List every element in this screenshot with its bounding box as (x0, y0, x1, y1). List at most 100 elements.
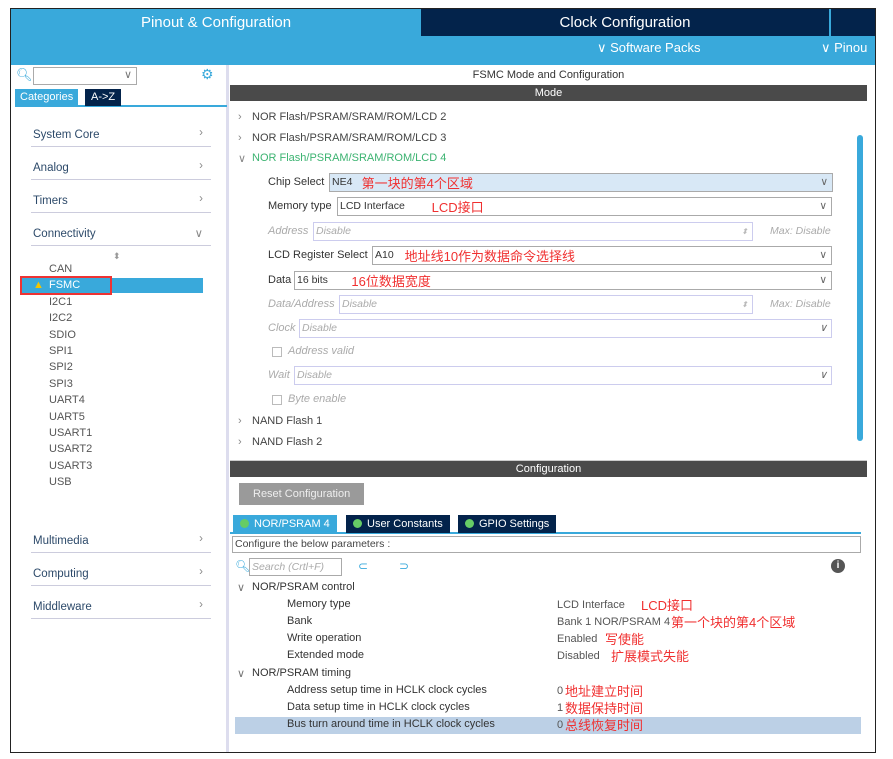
tab-nor-psram-4[interactable]: NOR/PSRAM 4 (233, 515, 337, 533)
tab-clock-configuration[interactable]: Clock Configuration (421, 9, 829, 36)
data-annotation: 16位数据宽度 (351, 274, 431, 289)
data_address-value: Disable (342, 298, 378, 310)
param-value[interactable]: 0 (557, 719, 563, 731)
clock-label: Clock (268, 322, 296, 334)
clock-value: Disable (302, 322, 338, 334)
reset-configuration-button[interactable]: Reset Configuration (239, 483, 365, 505)
previous-icon[interactable]: ⊂ (358, 559, 368, 573)
tree-item-lcd-2[interactable]: NOR Flash/PSRAM/SRAM/ROM/LCD 2 (252, 111, 446, 123)
category-analog[interactable]: Analog › (31, 156, 211, 180)
tab-label: NOR/PSRAM 4 (254, 518, 330, 530)
memory_type-label: Memory type (268, 200, 332, 212)
peripheral-spi2[interactable]: SPI2 (49, 361, 73, 373)
peripheral-can[interactable]: CAN (49, 263, 72, 275)
chevron-right-icon[interactable]: › (238, 415, 242, 427)
chevron-right-icon[interactable]: › (238, 436, 242, 448)
category-computing[interactable]: Computing › (31, 562, 211, 586)
peripheral-uart4[interactable]: UART4 (49, 394, 85, 406)
software-packs-menu[interactable]: ∨ Software Packs (597, 40, 700, 56)
tree-item-lcd-4[interactable]: NOR Flash/PSRAM/SRAM/ROM/LCD 4 (252, 152, 446, 164)
param-search-input[interactable]: Search (Crtl+F) (249, 558, 342, 576)
category-label: Analog (33, 162, 69, 174)
sort-icon[interactable]: ⬍ (113, 251, 121, 262)
peripheral-usb[interactable]: USB (49, 476, 72, 488)
category-system-core[interactable]: System Core › (31, 123, 211, 147)
tree-item-nand-2[interactable]: NAND Flash 2 (252, 436, 322, 448)
group-nor-psram-control[interactable]: NOR/PSRAM control (252, 581, 355, 593)
peripheral-spi3[interactable]: SPI3 (49, 378, 73, 390)
search-icon: 🔍︎ (235, 559, 251, 573)
tree-item-nand-1[interactable]: NAND Flash 1 (252, 415, 322, 427)
param-value[interactable]: LCD Interface (557, 599, 625, 611)
param-value[interactable]: Enabled (557, 633, 597, 645)
tab-a-z[interactable]: A->Z (85, 89, 122, 106)
chevron-down-icon[interactable]: ∨ (237, 667, 245, 680)
param-label[interactable]: Write operation (287, 632, 361, 644)
chevron-right-icon[interactable]: › (238, 111, 242, 123)
param-value[interactable]: 1 (557, 702, 563, 714)
data_address-select: Disable ⬍ (339, 295, 753, 314)
param-annotation: 扩展模式失能 (611, 649, 690, 664)
scrollbar[interactable] (857, 135, 863, 441)
category-connectivity[interactable]: Connectivity ∨ (31, 222, 211, 246)
peripheral-i2c2[interactable]: I2C2 (49, 312, 72, 324)
peripheral-fsmc[interactable]: FSMC (49, 279, 80, 291)
param-annotation: 总线恢复时间 (565, 718, 644, 733)
peripheral-i2c1[interactable]: I2C1 (49, 296, 72, 308)
param-label[interactable]: Address setup time in HCLK clock cycles (287, 684, 487, 696)
tab-categories[interactable]: Categories (15, 89, 79, 106)
chevron-down-icon[interactable]: ∨ (237, 581, 245, 594)
param-label[interactable]: Bus turn around time in HCLK clock cycle… (287, 718, 495, 730)
tab-more[interactable] (831, 9, 875, 36)
sidebar: 🔍︎ ∨ ⚙ Categories A->Z ⬍ System Core › Ana… (11, 65, 229, 752)
peripheral-spi1[interactable]: SPI1 (49, 345, 73, 357)
gear-icon[interactable]: ⚙ (201, 66, 214, 83)
param-label[interactable]: Bank (287, 615, 312, 627)
app-window: Pinout & Configuration Clock Configurati… (10, 8, 876, 753)
param-label[interactable]: Extended mode (287, 649, 364, 661)
tree-item-lcd-3[interactable]: NOR Flash/PSRAM/SRAM/ROM/LCD 3 (252, 132, 446, 144)
param-value[interactable]: 0 (557, 685, 563, 697)
lcd_register-label: LCD Register Select (268, 249, 368, 261)
category-multimedia[interactable]: Multimedia › (31, 529, 211, 553)
peripheral-uart5[interactable]: UART5 (49, 411, 85, 423)
next-icon[interactable]: ⊃ (399, 559, 409, 573)
category-middleware[interactable]: Middleware › (31, 595, 211, 619)
byte-enable-checkbox[interactable] (272, 395, 282, 405)
info-icon[interactable]: i (831, 559, 845, 573)
lcd_register-value: A10 (375, 249, 394, 261)
max-label: Max: Disable (770, 225, 831, 237)
tab-pinout-configuration[interactable]: Pinout & Configuration (11, 9, 421, 36)
category-label: Timers (33, 195, 68, 207)
param-annotation: 第一个块的第4个区域 (671, 615, 796, 630)
tab-user-constants[interactable]: User Constants (346, 515, 450, 533)
tab-gpio-settings[interactable]: GPIO Settings (458, 515, 557, 533)
group-nor-psram-timing[interactable]: NOR/PSRAM timing (252, 667, 351, 679)
chevron-down-icon: ∨ (819, 274, 827, 286)
param-value[interactable]: Bank 1 NOR/PSRAM 4 (557, 616, 670, 628)
chip_select-value: NE4 (332, 176, 353, 188)
chip_select-label: Chip Select (268, 176, 325, 188)
wait-value: Disable (297, 369, 333, 381)
peripheral-sdio[interactable]: SDIO (49, 329, 76, 341)
byte-enable-label: Byte enable (288, 393, 347, 405)
memory_type-select[interactable]: LCD Interface ∨ (337, 197, 832, 216)
chevron-down-icon: ∨ (194, 228, 203, 240)
peripheral-usart2[interactable]: USART2 (49, 443, 92, 455)
category-timers[interactable]: Timers › (31, 189, 211, 213)
check-icon (240, 519, 249, 528)
param-value[interactable]: Disabled (557, 650, 600, 662)
chevron-down-icon[interactable]: ∨ (238, 152, 246, 165)
peripheral-usart3[interactable]: USART3 (49, 460, 92, 472)
config-panel: Configuration (230, 461, 867, 477)
param-label[interactable]: Memory type (287, 598, 351, 610)
chevron-right-icon[interactable]: › (238, 132, 242, 144)
search-input[interactable]: ∨ (33, 67, 137, 85)
param-label[interactable]: Data setup time in HCLK clock cycles (287, 701, 470, 713)
pinout-menu[interactable]: ∨ Pinou (821, 40, 867, 56)
peripheral-usart1[interactable]: USART1 (49, 427, 92, 439)
clock-select: Disable ∨ (299, 319, 832, 338)
chevron-right-icon: › (199, 127, 203, 139)
chip_select-annotation: 第一块的第4个区域 (361, 176, 473, 191)
address-valid-checkbox[interactable] (272, 347, 282, 357)
